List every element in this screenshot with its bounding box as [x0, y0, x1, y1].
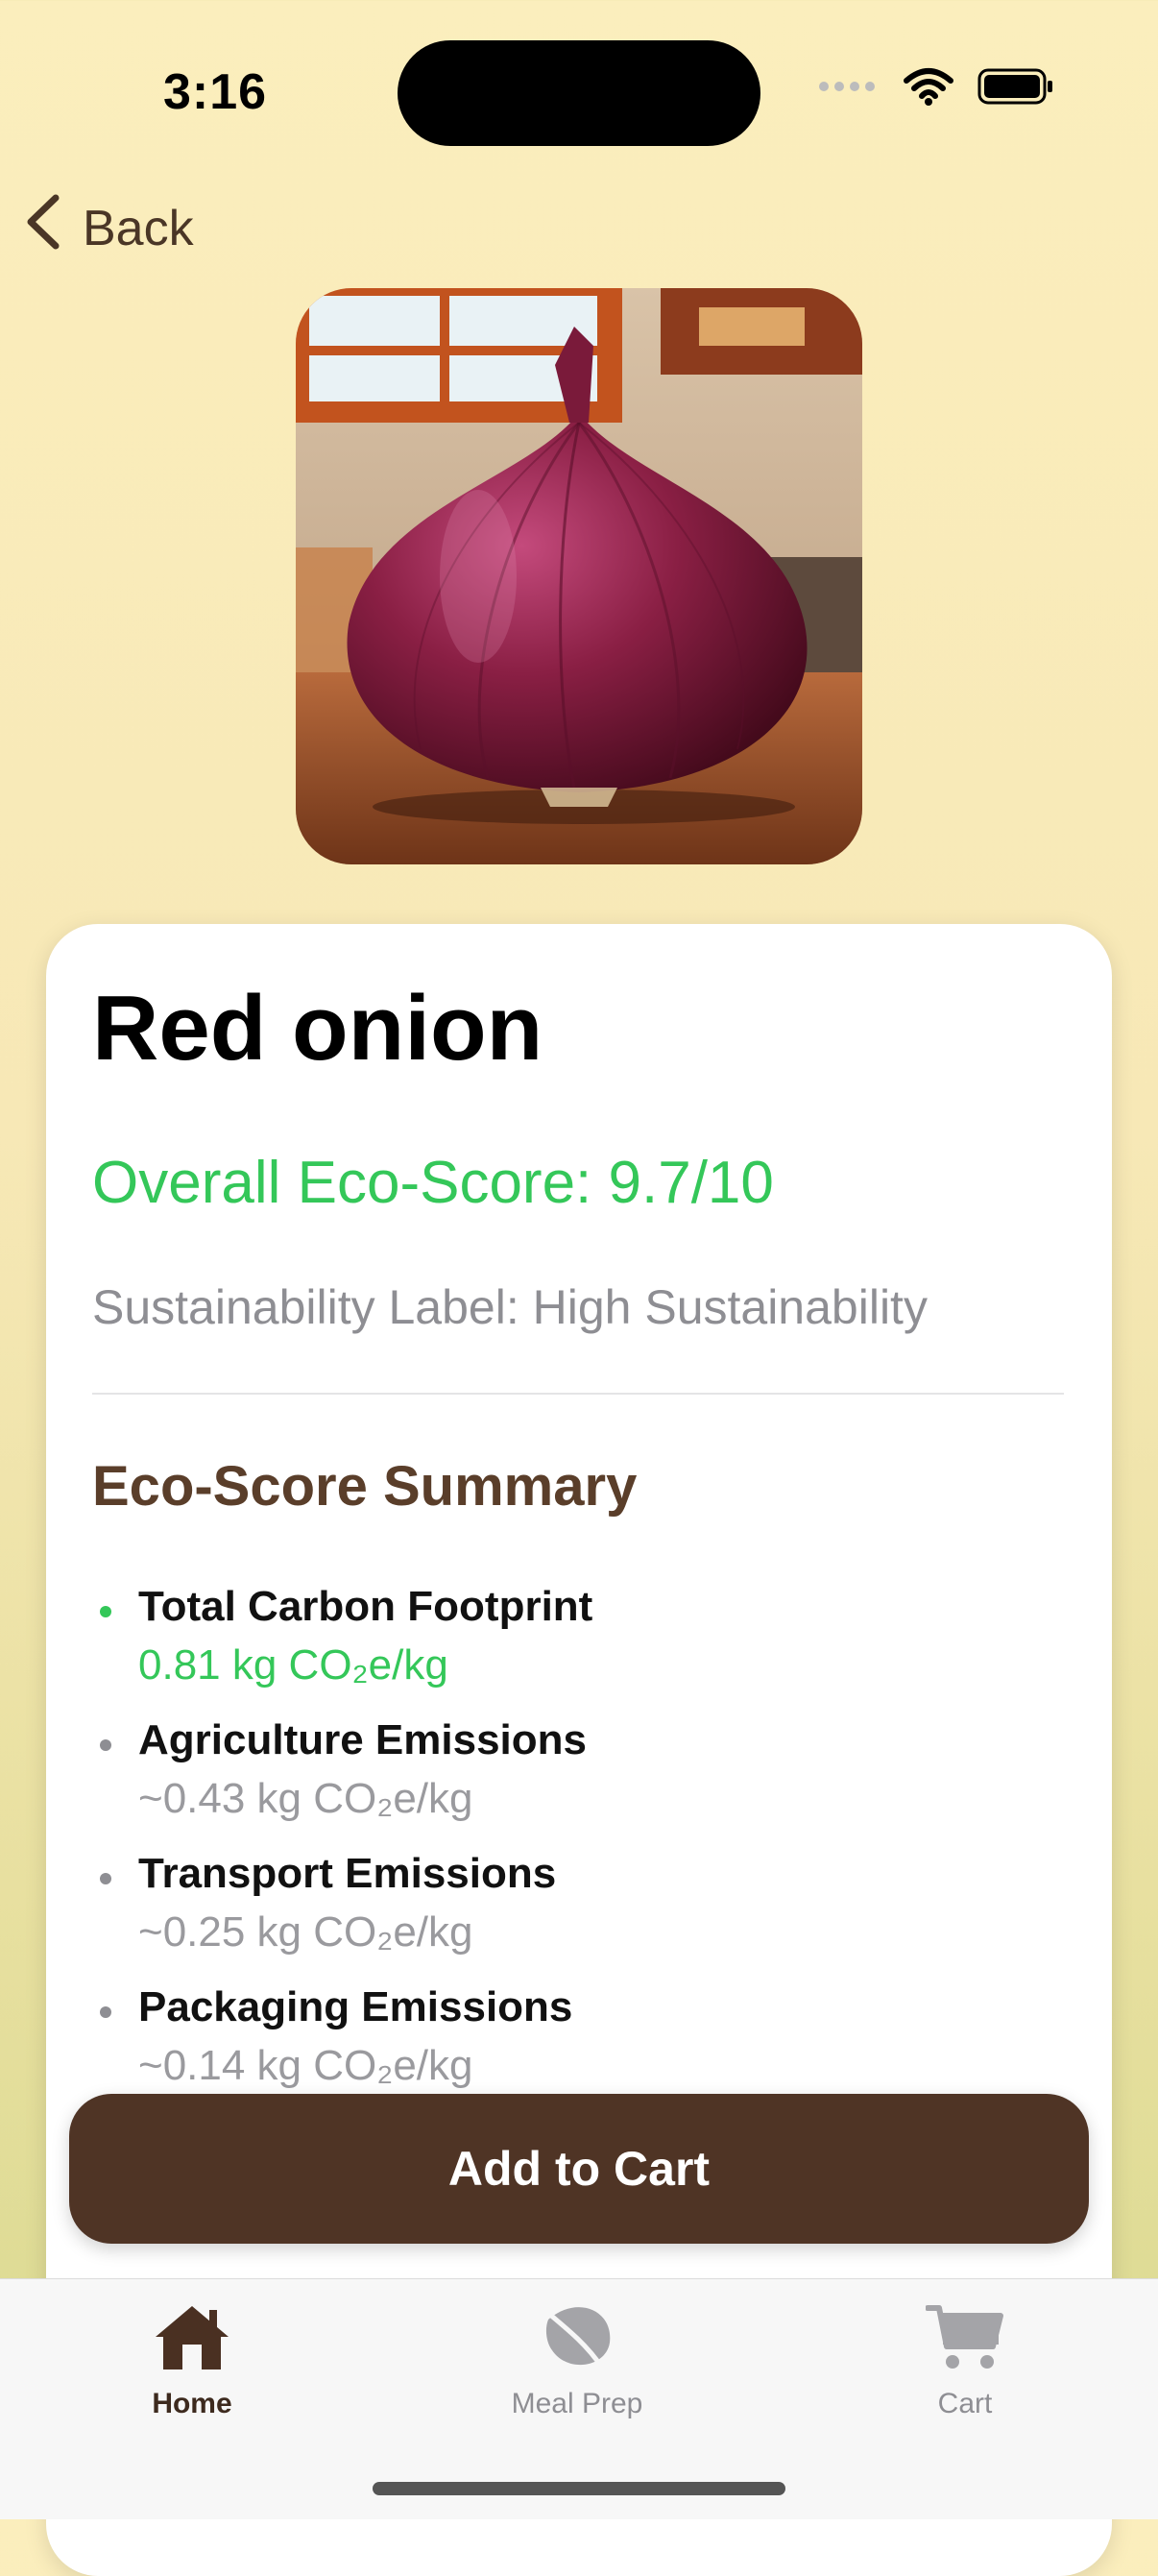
- bullet-icon: [100, 2006, 111, 2018]
- summary-item-agriculture: Agriculture Emissions ~0.43 kg CO₂e/kg: [92, 1711, 1064, 1844]
- tab-label: Home: [152, 2388, 232, 2419]
- summary-item-label: Agriculture Emissions: [138, 1716, 588, 1763]
- summary-item-label: Total Carbon Footprint: [138, 1583, 593, 1630]
- summary-item-total: Total Carbon Footprint 0.81 kg CO₂e/kg: [92, 1577, 1064, 1711]
- summary-item-value: 0.81 kg CO₂e/kg: [138, 1641, 448, 1689]
- bullet-icon: [100, 1739, 111, 1751]
- back-button[interactable]: Back: [23, 192, 194, 264]
- wifi-icon: [903, 67, 954, 110]
- status-icons: [818, 67, 1054, 110]
- status-time: 3:16: [163, 64, 268, 120]
- chevron-left-icon: [23, 192, 63, 264]
- tab-label: Cart: [937, 2388, 993, 2419]
- tab-meal-prep[interactable]: Meal Prep: [433, 2300, 721, 2420]
- add-to-cart-button[interactable]: Add to Cart: [69, 2094, 1089, 2244]
- product-image: [296, 288, 862, 864]
- product-name: Red onion: [92, 977, 543, 1080]
- summary-item-label: Packaging Emissions: [138, 1983, 573, 2030]
- battery-icon: [977, 68, 1054, 109]
- dynamic-island: [398, 40, 760, 146]
- summary-item-value: ~0.43 kg CO₂e/kg: [138, 1775, 473, 1822]
- tab-label: Meal Prep: [511, 2388, 643, 2419]
- sustainability-label: Sustainability Label: High Sustainabilit…: [92, 1280, 928, 1334]
- summary-list: Total Carbon Footprint 0.81 kg CO₂e/kg A…: [92, 1577, 1064, 2111]
- bullet-icon: [100, 1873, 111, 1884]
- house-icon: [150, 2300, 234, 2378]
- summary-item-transport: Transport Emissions ~0.25 kg CO₂e/kg: [92, 1844, 1064, 1978]
- bullet-icon: [100, 1606, 111, 1617]
- summary-item-value: ~0.25 kg CO₂e/kg: [138, 1908, 473, 1956]
- summary-title: Eco-Score Summary: [92, 1455, 638, 1518]
- summary-item-label: Transport Emissions: [138, 1850, 557, 1897]
- eco-score: Overall Eco-Score: 9.7/10: [92, 1150, 774, 1216]
- tab-cart[interactable]: Cart: [821, 2300, 1109, 2420]
- cart-icon: [925, 2300, 1004, 2378]
- tab-home[interactable]: Home: [48, 2300, 336, 2420]
- home-indicator: [373, 2482, 785, 2495]
- divider: [92, 1393, 1064, 1395]
- cellular-signal-icon: [818, 79, 880, 99]
- summary-item-packaging: Packaging Emissions ~0.14 kg CO₂e/kg: [92, 1978, 1064, 2111]
- summary-item-value: ~0.14 kg CO₂e/kg: [138, 2042, 473, 2089]
- back-label: Back: [83, 200, 194, 256]
- leaf-icon: [539, 2300, 615, 2378]
